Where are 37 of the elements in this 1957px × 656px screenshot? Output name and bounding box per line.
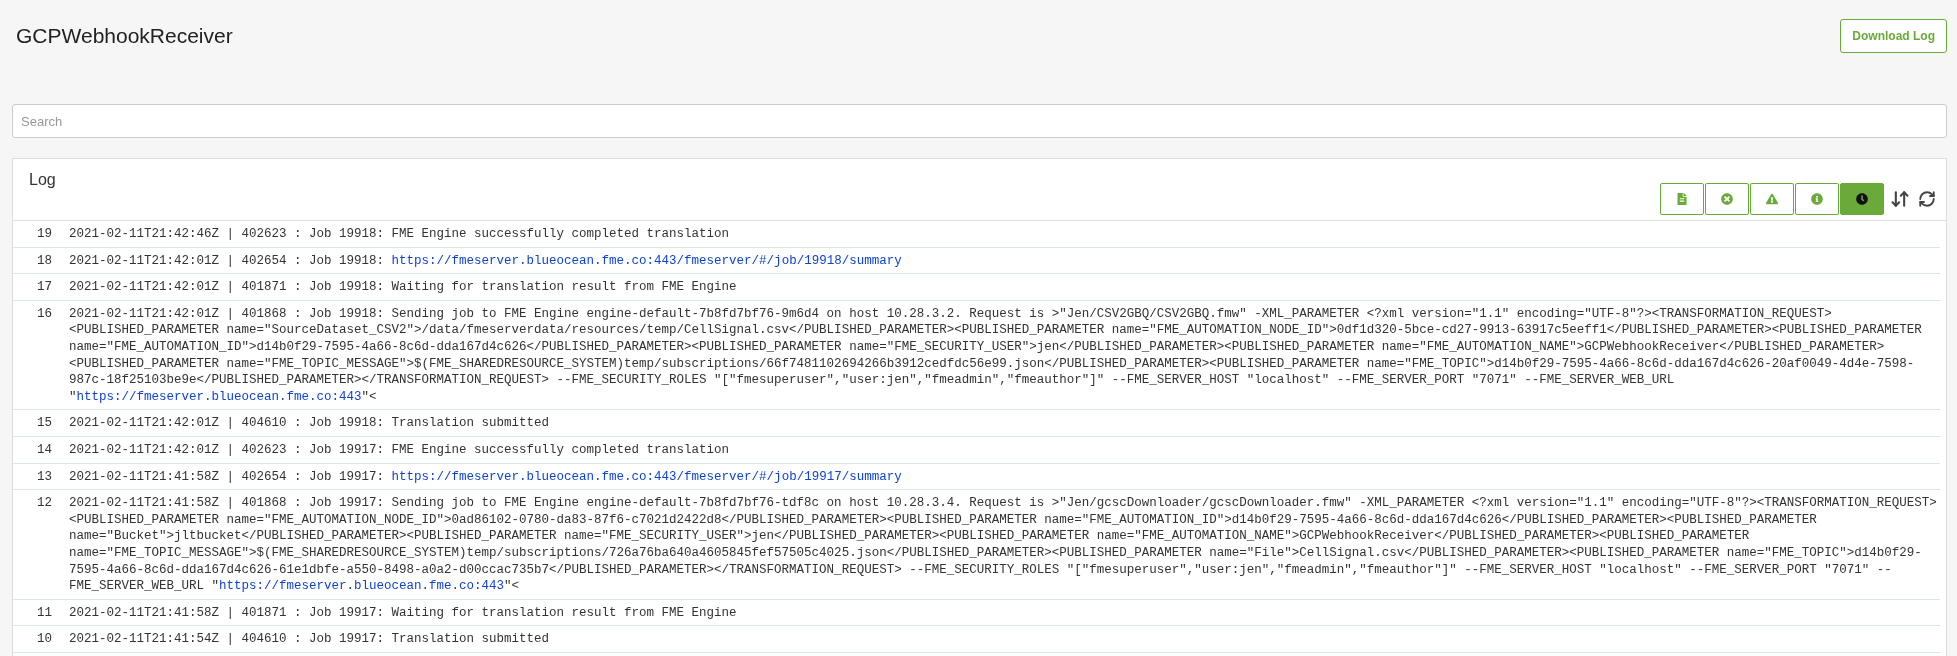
log-message: 2021-02-11T21:42:01Z | 401868 : Job 19918: Sending job to FME Engine engine-default-7b8fd7bf76-9m6d4 on host 10.28.3.2. Request is >"Jen/CSV2GBQ/CSV2GBQ.fmw" -XML_PARAMETER <?xml version="1.1" encoding="UTF-8"?><TRANSFORMATION_REQUEST><PUBLISHED_PARAMETER name="SourceDataset_CSV2">/data/fmeserverdata/resources/temp/CellSignal.csv</PUBLISHED_PARAMETER><PUBLISHED_PARAMETER name="FME_AUTOMATION_NODE_ID">0df1d320-5bce-cd27-9913-63917c5eeff1</PUBLISHED_PARAMETER><PUBLISHED_PARAMETER name="FME_AUTOMATION_ID">d14b0f29-7595-4a66-8c6d-dda167d4c626</PUBLISHED_PARAMETER><PUBLISHED_PARAMETER name="FME_SECURITY_USER">jen</PUBLISHED_PARAMETER><PUBLISHED_PARAMETER name="FME_AUTOMATION_NAME">GCPWebhookReceiver</PUBLISHED_PARAMETER><PUBLISHED_PARAMETER name="FME_TOPIC_MESSAGE">$(FME_SHAREDRESOURCE_SYSTEM)temp/subscriptions/66f7481102694266b3912cedfdc56e99.json</PUBLISHED_PARAMETER><PUBLISHED_PARAMETER name="FME_TOPIC">d14b0f29-7595-4a66-8c6d-dda167d4c626-20af0049-4d4e-7598-987c-18f25103be9e</PUBLISHED_PARAMETER></TRANSFORMATION_REQUEST> --FME_SECURITY_ROLES "["fmesuperuser","user:jen","fmeadmin","fmeauthor"]" --FME_SERVER_HOST "localhost" --FME_SERVER_PORT "7071" --FME_SERVER_WEB_URL "https://fmeserver.blueocean.fme.co:443"< [69,305,1923,406]
filter-button[interactable] [1840,182,1884,215]
log-message: 2021-02-11T21:42:01Z | 401871 : Job 19918: Waiting for translation result from FME Engine [69,279,738,296]
line-number: 16 [36,305,53,323]
warning-icon [1766,192,1778,205]
page-title: GCPWebhookReceiver [16,24,233,48]
line-number: 14 [36,441,53,459]
log-message: 2021-02-11T21:42:01Z | 404610 : Job 19918: Translation submitted [69,415,551,432]
log-message: 2021-02-11T21:41:54Z | 404610 : Job 19917: Translation submitted [69,631,551,648]
sort-icon [1890,188,1910,209]
line-number: 15 [36,415,53,432]
document-icon [1676,192,1688,205]
log-link[interactable]: https://fmeserver.blueocean.fme.co:443/fmeserver/#/job/19917/summary [391,469,902,484]
line-number: 10 [36,631,53,648]
log-message: 2021-02-11T21:42:46Z | 402623 : Job 19918: FME Engine successfully completed translation [69,226,731,243]
log-message: 2021-02-11T21:41:58Z | 401868 : Job 19917: Sending job to FME Engine engine-default-7b8fd7bf76-tdf8c on host 10.28.3.4. Request is >"Jen/gcscDownloader/gcscDownloader.fmw" -XML_PARAMETER <?xml version="1.1" encoding="UTF-8"?><TRANSFORMATION_REQUEST><PUBLISHED_PARAMETER name="FME_AUTOMATION_NODE_ID">0ad86102-0780-da83-87f6-c7021d2422d8</PUBLISHED_PARAMETER><PUBLISHED_PARAMETER name="FME_AUTOMATION_ID">d14b0f29-7595-4a66-8c6d-dda167d4c626</PUBLISHED_PARAMETER><PUBLISHED_PARAMETER name="Bucket">jltbucket</PUBLISHED_PARAMETER><PUBLISHED_PARAMETER name="FME_SECURITY_USER">jen</PUBLISHED_PARAMETER><PUBLISHED_PARAMETER name="FME_AUTOMATION_NAME">GCPWebhookReceiver</PUBLISHED_PARAMETER><PUBLISHED_PARAMETER name="FME_TOPIC_MESSAGE">$(FME_SHAREDRESOURCE_SYSTEM)temp/subscriptions/726a76ba640a4605845fef57505c4025.json</PUBLISHED_PARAMETER><PUBLISHED_PARAMETER name="File">CellSignal.csv</PUBLISHED_PARAMETER><PUBLISHED_PARAMETER name="FME_TOPIC">d14b0f29-7595-4a66-8c6d-dda167d4c626-61e1dbfe-a550-8498-a0a2-d00ccac735b7</PUBLISHED_PARAMETER></TRANSFORMATION_REQUEST> --FME_SECURITY_ROLES "["fmesuperuser","user:jen","fmeadmin","fmeauthor"]" --FME_SERVER_HOST "localhost" --FME_SERVER_PORT "7071" --FME_SERVER_WEB_URL "https://fmeserver.blueocean.fme.co:443"< [69,495,1938,595]
log-message: 2021-02-11T21:42:01Z | 402623 : Job 19917: FME Engine successfully completed translation [69,441,731,459]
log-link[interactable]: https://fmeserver.blueocean.fme.co:443 [219,579,505,594]
line-number: 13 [36,468,53,486]
line-number: 12 [36,495,53,513]
refresh-button[interactable] [1916,189,1938,208]
sort-button[interactable] [1888,188,1912,209]
info-icon [1811,192,1823,205]
log-message: 2021-02-11T21:41:58Z | 402654 : Job 19917: https://fmeserver.blueocean.fme.co:443/fmeserver/#/job/19917/summary [69,468,903,486]
log-message: 2021-02-11T21:42:01Z | 402654 : Job 19918: https://fmeserver.blueocean.fme.co:443/fmeserver/#/job/19918/summary [69,252,903,270]
log-message: 2021-02-11T21:41:58Z | 401871 : Job 19917: Waiting for translation result from FME Engine [69,604,738,622]
search-field[interactable]: Search [12,104,1947,138]
line-number: 17 [36,279,53,296]
line-number: 11 [36,604,53,622]
refresh-icon [1918,189,1936,208]
line-number: 18 [36,252,53,270]
panel-title: Log [29,171,56,189]
error-icon [1721,192,1733,205]
log-link[interactable]: https://fmeserver.blueocean.fme.co:443/fmeserver/#/job/19918/summary [391,253,902,268]
clock-icon [1856,192,1868,205]
log-link[interactable]: https://fmeserver.blueocean.fme.co:443 [76,389,362,404]
line-number: 19 [36,226,53,243]
